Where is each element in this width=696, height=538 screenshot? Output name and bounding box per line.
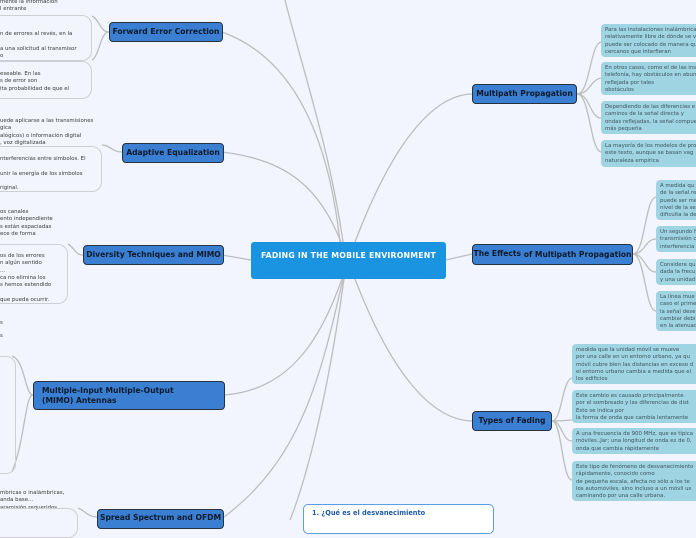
effects-note-3: Considere qu dada la frecu y una unidad <box>656 259 696 285</box>
fec-snippet-2: n de errores al revés, en la a una solic… <box>0 31 77 59</box>
topic-label: Types of Fading <box>478 416 546 426</box>
connector-types <box>354 278 473 422</box>
mimo-bracket <box>0 356 16 474</box>
connector-diversity <box>221 254 252 261</box>
mimo-snippet-2: s <box>0 333 3 339</box>
topic-mimo-antennas[interactable]: Multiple-Input Multiple-Output (MIMO) An… <box>33 381 225 410</box>
effects-note-2: Un segundo f transmisión c interferencia <box>656 226 696 252</box>
topic-label-part2: of Multipath Propagation <box>521 249 632 259</box>
connector-adaptive <box>221 151 342 243</box>
question-card[interactable]: 1. ¿Qué es el desvanecimiento <box>303 504 494 534</box>
connector-mimo <box>223 278 343 396</box>
effects-note-4: La línea mue caso el prime la señal dese… <box>656 291 696 331</box>
central-title: FADING IN THE MOBILE ENVIRONMENT <box>261 251 437 260</box>
topic-diversity-techniques[interactable]: Diversity Techniques and MIMO <box>83 245 224 265</box>
types-note-2: Este cambio es causado principalmente po… <box>572 390 696 423</box>
mimo-snippet-1: s <box>0 320 3 326</box>
multipath-note-4: La mayoría de los modelos de pro este te… <box>601 140 696 167</box>
topic-label: Multipath Propagation <box>476 89 573 99</box>
topic-label: Forward Error Correction <box>112 27 220 37</box>
types-note-1: medida que la unidad móvil se mueve por … <box>572 344 696 384</box>
adaptive-snippet-2: nterferencias entre símbolos. El unir la… <box>0 156 86 192</box>
topic-spread-spectrum-ofdm[interactable]: Spread Spectrum and OFDM <box>97 509 224 529</box>
connector-spread <box>223 278 344 518</box>
types-note-3: A una frecuencia de 900 MHz, que es típi… <box>572 428 696 454</box>
topic-label: Diversity Techniques and MIMO <box>86 250 221 260</box>
topic-label-part1: The Effects <box>473 248 522 258</box>
adaptive-snippet-1: uede aplicarse a las transmisiones gica … <box>0 118 94 146</box>
topic-label: Adaptive Equalization <box>126 148 220 158</box>
diversity-snippet-2: os de los errores n algún sentido ... ca… <box>0 253 52 303</box>
topic-effects-of-multipath[interactable]: The Effects of Multipath Propagation <box>472 244 633 265</box>
topic-types-of-fading[interactable]: Types of Fading <box>472 411 552 431</box>
spread-bracket <box>0 508 78 538</box>
topic-label: Spread Spectrum and OFDM <box>99 513 221 522</box>
connector-effects <box>445 253 473 261</box>
fec-snippet-3: eseable. En las s de error son ita proba… <box>0 71 70 92</box>
connector-extra <box>289 278 345 520</box>
types-note-4: Este tipo de fenómeno de desvanecimiento… <box>572 461 696 501</box>
fec-snippet-1: mente la información l entrante <box>0 0 58 13</box>
topic-forward-error-correction[interactable]: Forward Error Correction <box>109 22 223 42</box>
topic-label: Multiple-Input Multiple-Output (MIMO) An… <box>42 386 174 405</box>
question-card-title: 1. ¿Qué es el desvanecimiento <box>312 509 426 517</box>
multipath-note-2: En otros casos, como el de las ins telef… <box>601 62 696 95</box>
diversity-snippet-1: os canales ento independiente s están es… <box>0 209 53 237</box>
multipath-note-1: Para las instalaciones inalámbricas rela… <box>601 24 696 57</box>
multipath-note-3: Dependiendo de las diferencias e caminos… <box>601 101 696 134</box>
central-topic[interactable]: FADING IN THE MOBILE ENVIRONMENT <box>251 242 446 279</box>
connector-multipath <box>354 93 473 243</box>
topic-adaptive-equalization[interactable]: Adaptive Equalization <box>122 143 224 163</box>
effects-note-1: A medida qu de la señal re puede ser me … <box>656 180 696 220</box>
topic-multipath-propagation[interactable]: Multipath Propagation <box>472 84 577 104</box>
